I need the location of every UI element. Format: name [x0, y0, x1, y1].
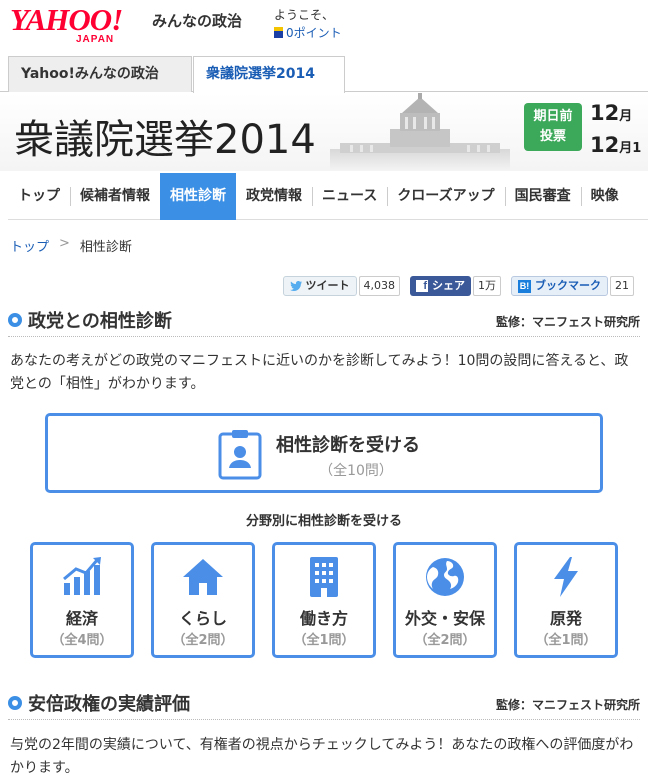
bookmark-group: B! ブックマーク 21 [511, 276, 634, 296]
clipboard-person-icon [218, 430, 262, 480]
category-economy-button[interactable]: 経済 （全4問） [30, 542, 134, 658]
date-2-month: 12 [590, 133, 620, 157]
start-diagnosis-label: 相性診断を受ける [276, 435, 420, 456]
building-icon [275, 555, 373, 601]
breadcrumb-home[interactable]: トップ [10, 236, 49, 255]
site-header: YAHOO! JAPAN みんなの政治 ようこそ、 0ポイント [0, 0, 648, 52]
early-vote-label-2: 投票 [539, 129, 566, 144]
lightning-icon [517, 555, 615, 601]
category-nuclear-button[interactable]: 原発 （全1問） [514, 542, 618, 658]
banner-title: 衆議院選挙2014 [14, 107, 316, 165]
category-name: 働き方 [299, 609, 348, 628]
nav-candidates[interactable]: 候補者情報 [70, 173, 160, 220]
nav-closeup[interactable]: クローズアップ [387, 173, 504, 220]
globe-icon [396, 555, 494, 601]
date-1-month: 12 [590, 101, 620, 125]
share-label: シェア [432, 279, 465, 292]
nav-news[interactable]: ニュース [312, 173, 387, 220]
banner-title-text: 衆議院選挙 [14, 117, 214, 163]
breadcrumb-current: 相性診断 [79, 240, 132, 255]
category-name: 経済 [65, 609, 98, 628]
category-count: （全2問） [414, 633, 476, 648]
chart-icon [33, 555, 131, 601]
category-name: くらし [178, 609, 227, 628]
site-tabs: Yahoo!みんなの政治 衆議院選挙2014 [0, 56, 648, 93]
breadcrumb: トップ > 相性診断 [10, 236, 132, 255]
facebook-f-icon: f [416, 280, 428, 292]
nav-parties[interactable]: 政党情報 [236, 173, 312, 220]
category-count: （全4問） [51, 633, 113, 648]
nav-top[interactable]: トップ [8, 173, 70, 220]
section-bullet-icon [8, 696, 22, 710]
social-buttons: ツイート 4,038 f シェア 1万 B! ブックマーク 21 [282, 276, 634, 296]
house-icon [154, 555, 252, 601]
section-supervisor: 監修：マニフェスト研究所 [495, 315, 640, 329]
section-description: 与党の2年間の実績について、有権者の視点からチェックしてみよう！あなたの政権への… [10, 737, 634, 776]
category-diplomacy-button[interactable]: 外交・安保 （全2問） [393, 542, 497, 658]
banner-title-year: 2014 [214, 117, 316, 163]
bookmark-count: 21 [610, 276, 634, 296]
service-name-link[interactable]: みんなの政治 [152, 10, 242, 31]
tab-election-2014[interactable]: 衆議院選挙2014 [193, 56, 345, 93]
diet-building-icon [330, 93, 510, 171]
category-name: 原発 [549, 609, 582, 628]
by-field-label: 分野別に相性診断を受ける [245, 514, 402, 529]
nav-national-review[interactable]: 国民審査 [504, 173, 581, 220]
main-nav: トップ 候補者情報 相性診断 政党情報 ニュース クローズアップ 国民審査 映像 [8, 173, 648, 220]
section-description: あなたの考えがどの政党のマニフェストに近いのかを診断してみよう！10問の設問に答… [10, 353, 629, 392]
nav-video[interactable]: 映像 [580, 173, 629, 220]
category-count: （全1問） [535, 633, 597, 648]
tweet-label: ツイート [305, 279, 350, 292]
category-count: （全2問） [172, 633, 234, 648]
hatena-b-icon: B! [518, 279, 531, 293]
logo-sub-text: JAPAN [76, 34, 115, 45]
tpoint-card-icon [274, 27, 283, 38]
category-count: （全1問） [293, 633, 355, 648]
date-2-unit: 月1 [619, 141, 642, 156]
start-diagnosis-count: （全10問） [319, 463, 393, 479]
share-group: f シェア 1万 [410, 276, 501, 296]
tweet-button[interactable]: ツイート [282, 276, 357, 296]
twitter-bird-icon [289, 281, 302, 291]
early-vote-badge: 期日前 投票 [524, 103, 582, 151]
section-party-compatibility-header: 政党との相性診断 監修：マニフェスト研究所 [8, 303, 640, 337]
section-bullet-icon [8, 313, 22, 327]
welcome-text: ようこそ、 [274, 8, 335, 22]
early-vote-label-1: 期日前 [533, 109, 573, 124]
logo-text: YAHOO! [10, 2, 123, 37]
hatena-bookmark-button[interactable]: B! ブックマーク [511, 276, 608, 296]
date-1-unit: 月 [619, 109, 633, 124]
bookmark-label: ブックマーク [535, 279, 601, 292]
facebook-share-button[interactable]: f シェア [410, 276, 471, 296]
share-count: 1万 [473, 276, 501, 296]
section-title: 安倍政権の実績評価 [28, 694, 190, 715]
tweet-count: 4,038 [358, 276, 400, 296]
nav-compatibility[interactable]: 相性診断 [160, 173, 236, 220]
category-buttons: 経済 （全4問） くらし （全2問） 働き方 （全1問） 外交・安保 （全2問）… [30, 542, 620, 658]
section-supervisor: 監修：マニフェスト研究所 [495, 698, 640, 712]
breadcrumb-separator: > [59, 236, 70, 251]
category-name: 外交・安保 [404, 609, 485, 628]
points-link[interactable]: 0ポイント [274, 24, 342, 41]
section-title: 政党との相性診断 [28, 311, 172, 332]
category-work-button[interactable]: 働き方 （全1問） [272, 542, 376, 658]
section-abe-evaluation-header: 安倍政権の実績評価 監修：マニフェスト研究所 [8, 686, 640, 720]
category-life-button[interactable]: くらし （全2問） [151, 542, 255, 658]
start-diagnosis-button[interactable]: 相性診断を受ける （全10問） [45, 413, 603, 493]
points-label: 0ポイント [286, 26, 342, 40]
tweet-group: ツイート 4,038 [282, 276, 400, 296]
vote-dates: 12月 12月1 [590, 99, 641, 163]
election-banner: 衆議院選挙2014 期日前 投票 12月 12月1 [0, 93, 648, 171]
yahoo-japan-logo[interactable]: YAHOO! JAPAN [10, 4, 150, 46]
tab-minna-no-seiji[interactable]: Yahoo!みんなの政治 [8, 56, 192, 92]
